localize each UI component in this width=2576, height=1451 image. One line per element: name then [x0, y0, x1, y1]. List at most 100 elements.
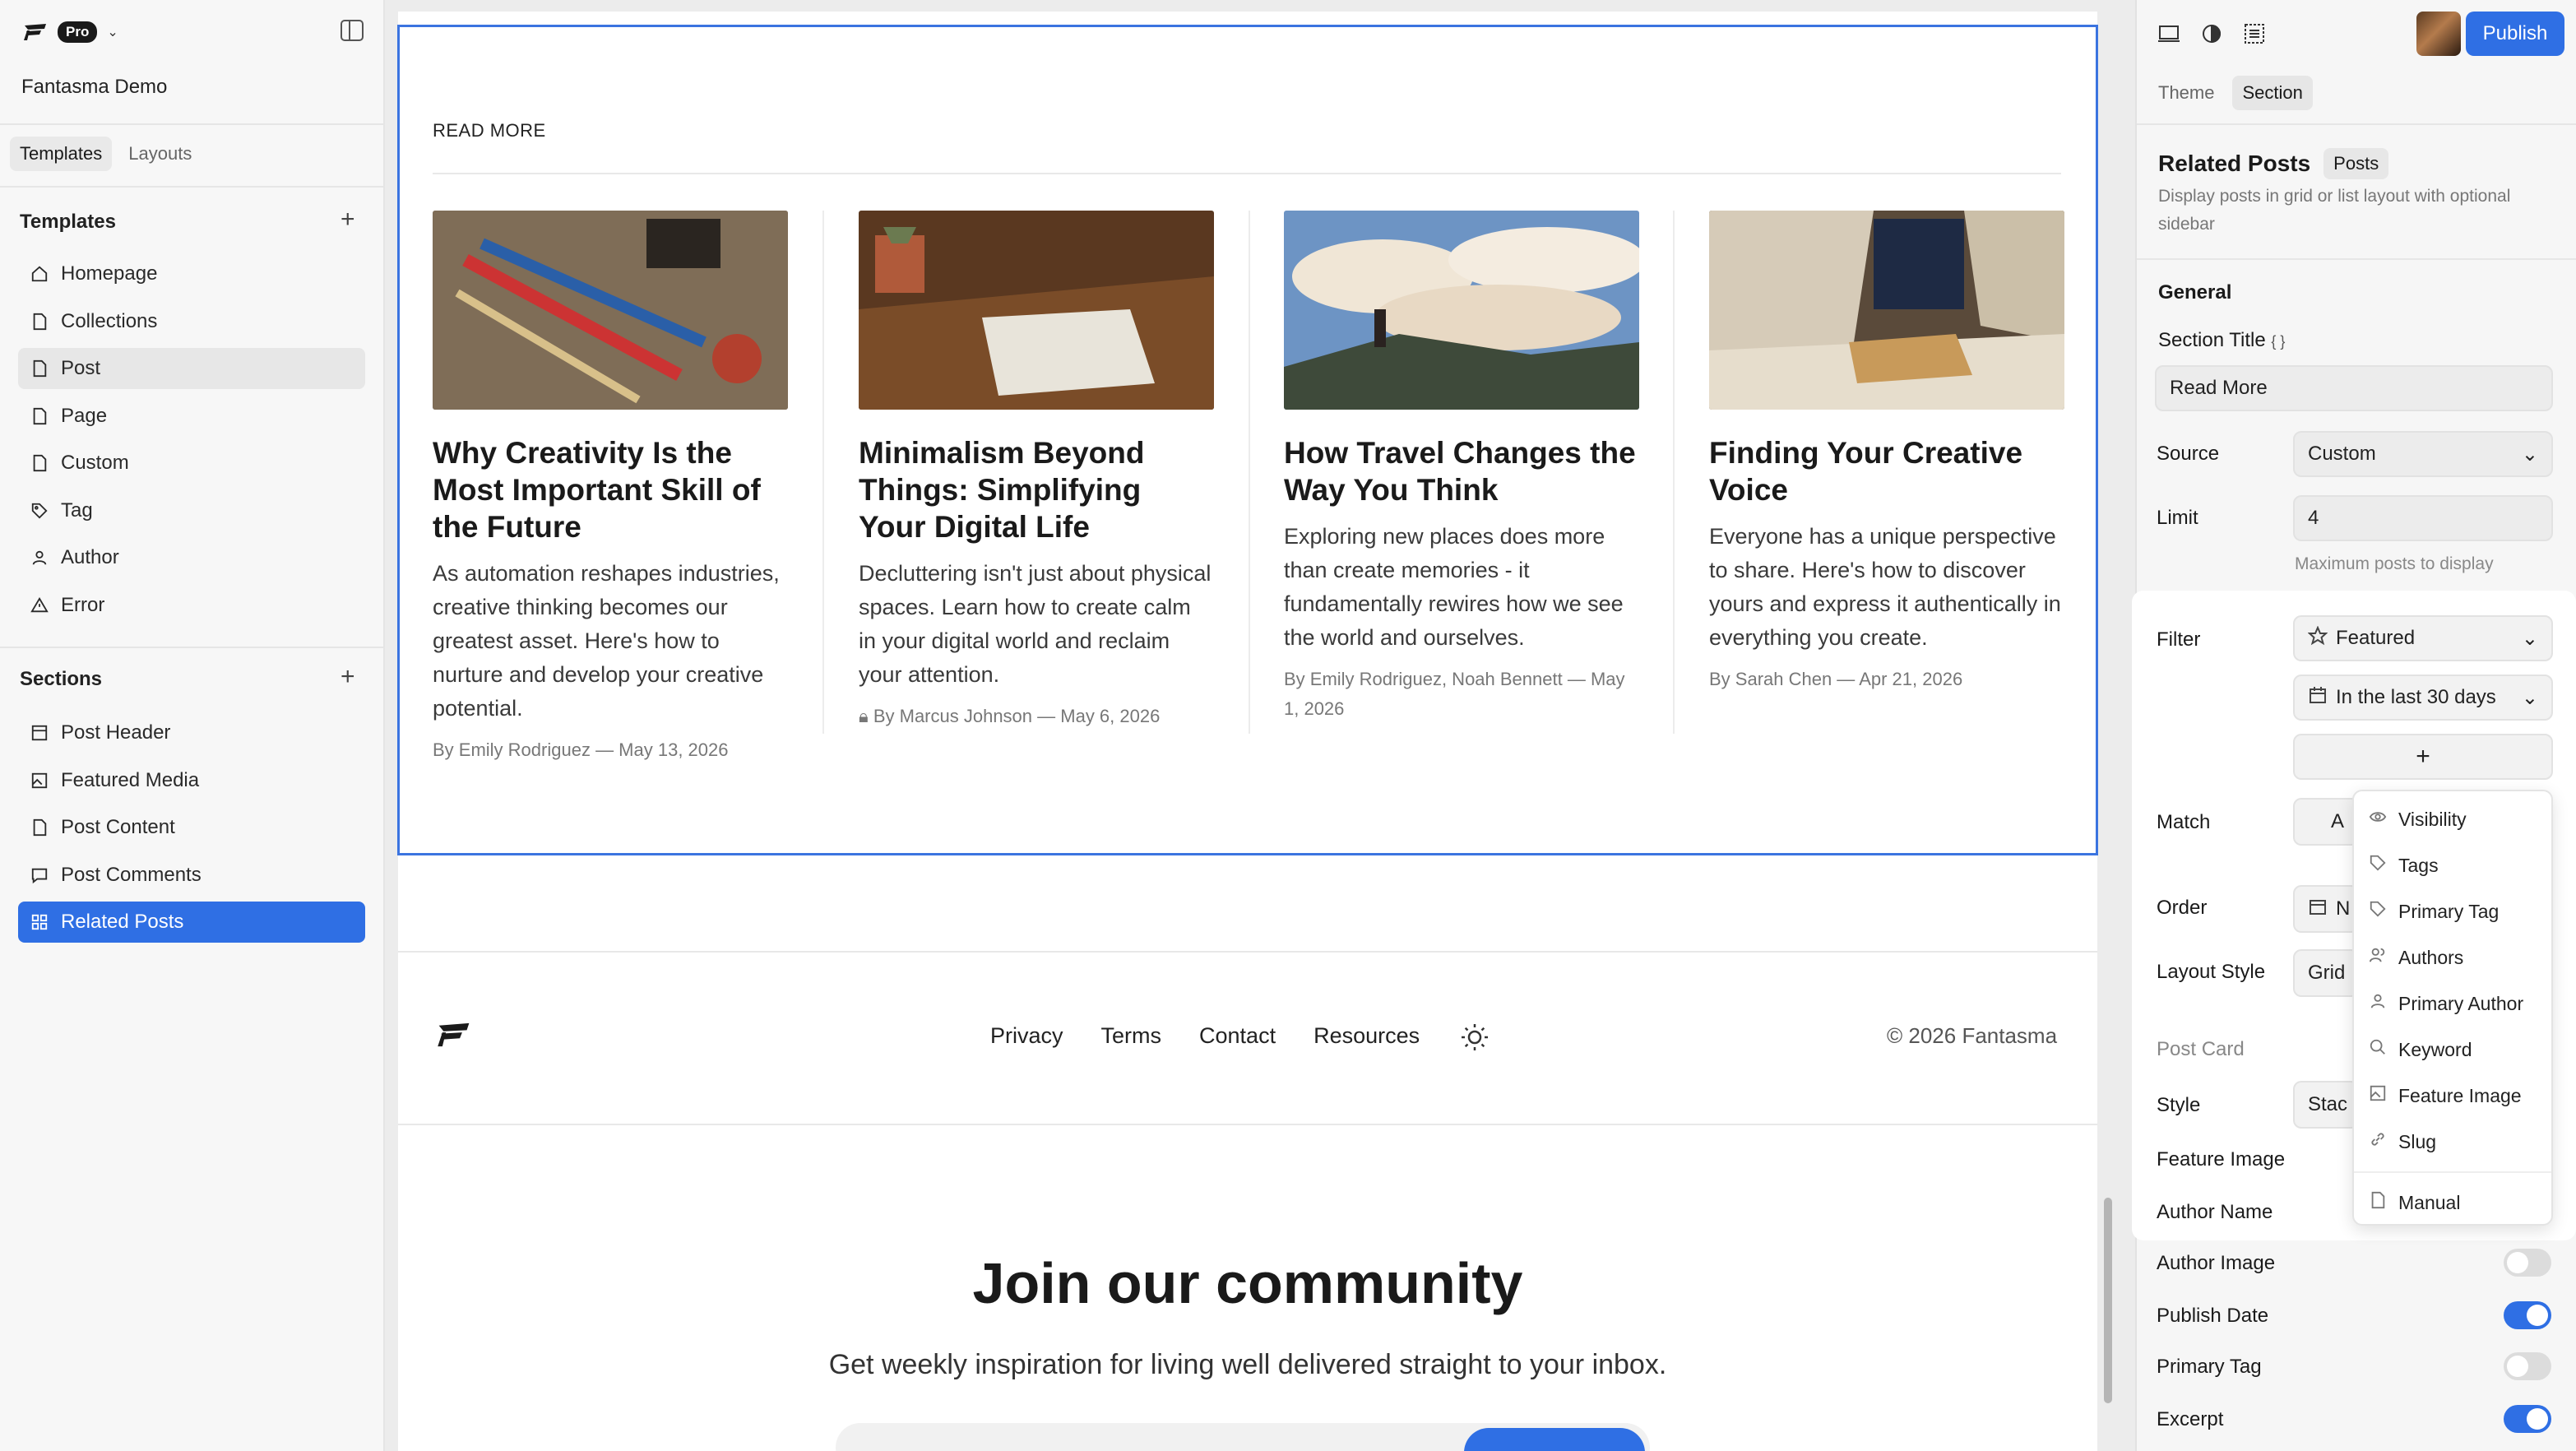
add-template-button[interactable]: + [341, 207, 355, 232]
grid-icon [30, 912, 49, 932]
post-title[interactable]: Minimalism Beyond Things: Simplifying Yo… [859, 434, 1214, 545]
post-card[interactable]: Finding Your Creative Voice Everyone has… [1709, 211, 2064, 694]
sidebar-item-collections[interactable]: Collections [18, 301, 365, 342]
fantasma-logo-icon [24, 24, 46, 40]
sidebar-item-label: Tag [61, 498, 93, 522]
excerpt-toggle[interactable] [2504, 1405, 2551, 1433]
sidebar-item-tag[interactable]: Tag [18, 490, 365, 531]
contrast-icon[interactable] [2199, 21, 2224, 46]
sidebar-item-custom[interactable]: Custom [18, 443, 365, 484]
sidebar-item-label: Post Comments [61, 863, 202, 886]
post-card[interactable]: Why Creativity Is the Most Important Ski… [433, 211, 788, 765]
left-sidebar: Pro ⌄ Fantasma Demo Templates Layouts Te… [0, 0, 385, 1451]
tab-theme[interactable]: Theme [2148, 76, 2224, 110]
section-type-badge: Posts [2323, 148, 2389, 179]
menu-item-primary-author[interactable]: Primary Author [2354, 980, 2551, 1027]
file-icon [30, 359, 49, 378]
device-preview-icon[interactable] [2157, 21, 2181, 46]
menu-item-label: Slug [2398, 1130, 2437, 1152]
add-section-button[interactable]: + [341, 665, 355, 689]
menu-item-keyword[interactable]: Keyword [2354, 1027, 2551, 1073]
source-select[interactable]: Custom ⌄ [2293, 431, 2553, 477]
footer-link-contact[interactable]: Contact [1199, 1023, 1276, 1049]
workspace-switcher[interactable]: Pro ⌄ [0, 0, 383, 64]
plan-badge: Pro [58, 21, 98, 43]
sidebar-toggle-icon[interactable] [341, 20, 364, 41]
divider [0, 186, 383, 188]
divider [1249, 211, 1250, 734]
layout-grid-icon[interactable] [2242, 21, 2267, 46]
footer-link-terms[interactable]: Terms [1101, 1023, 1162, 1049]
post-card-heading: Post Card [2157, 1038, 2245, 1060]
menu-item-tags[interactable]: Tags [2354, 842, 2551, 888]
sidebar-item-homepage[interactable]: Homepage [18, 253, 365, 294]
author-image-toggle[interactable] [2504, 1249, 2551, 1277]
sidebar-item-post-header[interactable]: Post Header [18, 712, 365, 753]
order-select[interactable]: N [2293, 885, 2359, 933]
sidebar-item-post-comments[interactable]: Post Comments [18, 855, 365, 896]
divider [2137, 123, 2576, 125]
tab-templates[interactable]: Templates [10, 137, 113, 171]
chevron-down-icon: ⌄ [2521, 686, 2538, 709]
newsletter-heading: Join our community [972, 1251, 1523, 1315]
layout-style-label: Layout Style [2157, 961, 2266, 983]
newsletter-subscribe-button[interactable] [1464, 1428, 1645, 1451]
general-heading: General [2158, 281, 2232, 304]
publish-date-toggle[interactable] [2504, 1301, 2551, 1329]
file-icon [30, 818, 49, 837]
footer-link-privacy[interactable]: Privacy [990, 1023, 1063, 1049]
style-label: Style [2157, 1094, 2201, 1116]
section-title-field[interactable]: Read More [2155, 365, 2553, 411]
menu-item-label: Visibility [2398, 808, 2467, 830]
section-title-label: Section Title { } [2158, 329, 2285, 352]
card-style-select[interactable]: Stac [2293, 1081, 2359, 1129]
sidebar-item-page[interactable]: Page [18, 396, 365, 437]
calendar-icon [2308, 897, 2328, 922]
sidebar-item-post[interactable]: Post [18, 348, 365, 389]
sidebar-item-related-posts[interactable]: Related Posts [18, 902, 365, 943]
sidebar-item-error[interactable]: Error [18, 585, 365, 626]
footer-link-resources[interactable]: Resources [1313, 1023, 1420, 1049]
post-title[interactable]: How Travel Changes the Way You Think [1284, 434, 1639, 508]
menu-item-authors[interactable]: Authors [2354, 934, 2551, 980]
limit-field[interactable]: 4 [2293, 495, 2553, 541]
filter-label: Filter [2157, 628, 2201, 651]
comment-icon [30, 865, 49, 885]
match-select[interactable]: A [2293, 798, 2359, 846]
tab-layouts[interactable]: Layouts [118, 137, 202, 171]
match-label: Match [2157, 811, 2211, 833]
menu-item-slug[interactable]: Slug [2354, 1119, 2551, 1165]
menu-item-manual[interactable]: Manual [2354, 1180, 2551, 1226]
menu-item-visibility[interactable]: Visibility [2354, 796, 2551, 842]
post-image [859, 211, 1214, 410]
chevron-down-icon: ⌄ [107, 25, 118, 39]
filter-featured-select[interactable]: Featured ⌄ [2293, 615, 2553, 661]
add-filter-button[interactable]: + [2293, 734, 2553, 780]
post-title[interactable]: Why Creativity Is the Most Important Ski… [433, 434, 788, 545]
sidebar-item-author[interactable]: Author [18, 537, 365, 578]
post-title[interactable]: Finding Your Creative Voice [1709, 434, 2064, 508]
menu-item-feature-image[interactable]: Feature Image [2354, 1073, 2551, 1119]
footer-logo-icon[interactable] [434, 1020, 474, 1050]
menu-item-label: Keyword [2398, 1038, 2472, 1060]
eye-icon [2369, 808, 2387, 831]
filter-date-select[interactable]: In the last 30 days ⌄ [2293, 675, 2553, 721]
lock-icon: 🔒︎ [859, 706, 873, 726]
tab-section[interactable]: Section [2232, 76, 2313, 110]
file-icon [2369, 1191, 2387, 1214]
post-card[interactable]: How Travel Changes the Way You Think Exp… [1284, 211, 1639, 724]
sun-icon[interactable] [1461, 1023, 1489, 1051]
menu-item-primary-tag[interactable]: Primary Tag [2354, 888, 2551, 934]
post-card[interactable]: Minimalism Beyond Things: Simplifying Yo… [859, 211, 1214, 731]
canvas-scrollbar[interactable] [2104, 1198, 2112, 1403]
post-meta: By Emily Rodriguez — May 13, 2026 [433, 739, 729, 760]
layout-style-select[interactable]: Grid [2293, 949, 2359, 997]
toggle-label-publish-date: Publish Date [2157, 1305, 2269, 1327]
avatar[interactable] [2416, 12, 2461, 56]
sidebar-item-post-content[interactable]: Post Content [18, 807, 365, 848]
primary-tag-toggle[interactable] [2504, 1352, 2551, 1380]
templates-list: Homepage Collections Post Page Custom Ta… [18, 253, 365, 632]
sidebar-item-featured-media[interactable]: Featured Media [18, 760, 365, 801]
filter-type-menu: Visibility Tags Primary Tag Authors Prim… [2352, 790, 2553, 1226]
publish-button[interactable]: Publish [2466, 12, 2564, 56]
